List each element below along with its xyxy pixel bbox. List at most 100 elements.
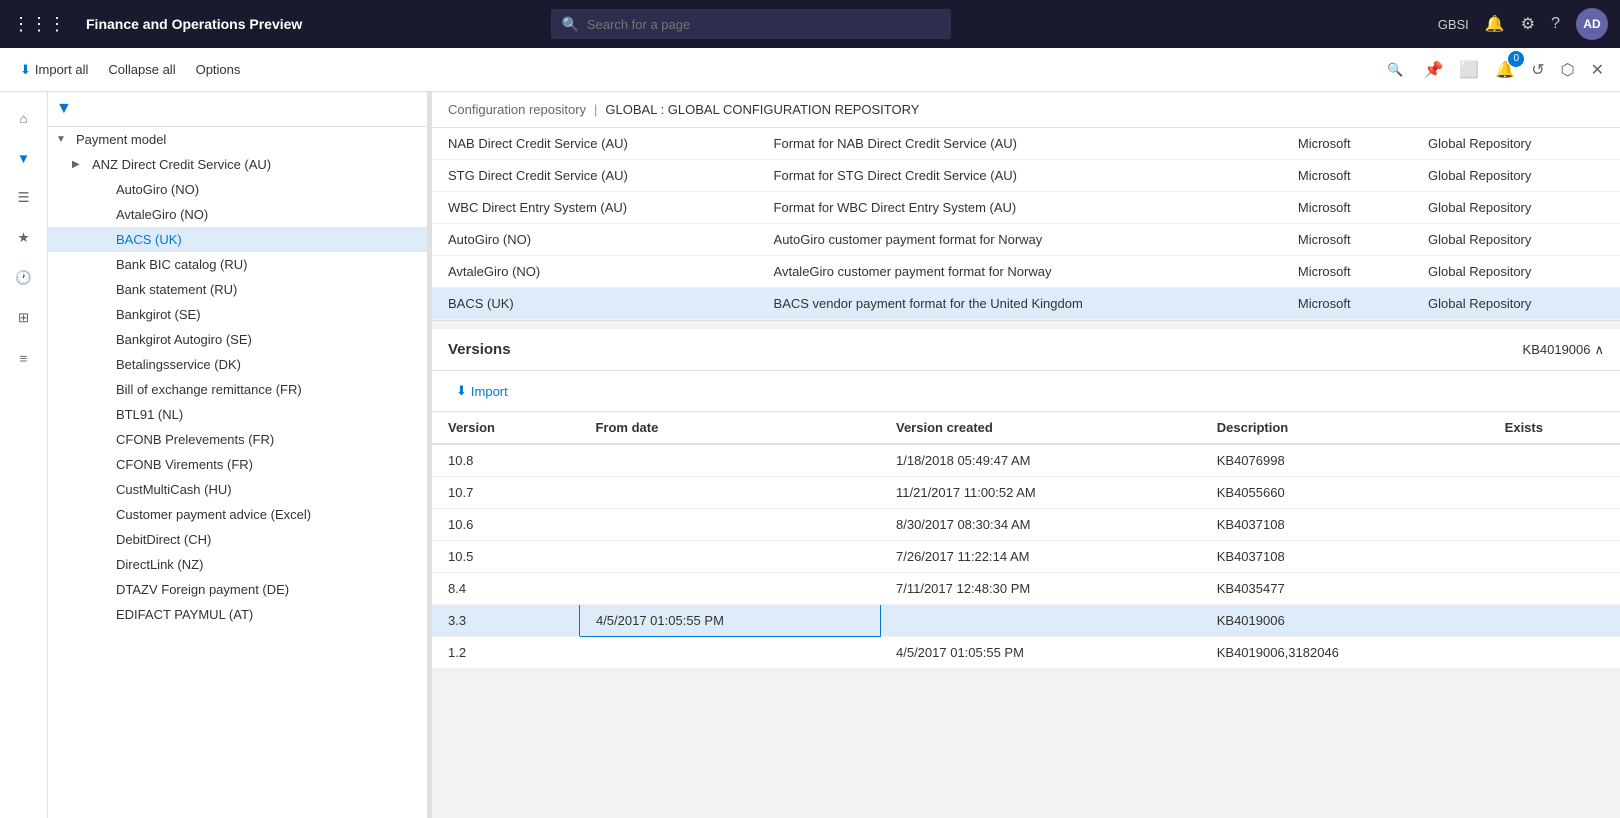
list-icon[interactable]: ☰ (6, 180, 42, 216)
config-cell-repository: Global Repository (1412, 224, 1620, 256)
notification-badge-icon[interactable]: 🔔 0 (1491, 56, 1519, 84)
versions-toolbar: ⬇ Import (432, 371, 1620, 412)
config-scroll[interactable]: NAB Direct Credit Service (AU)Format for… (432, 128, 1620, 320)
pin-icon[interactable]: 📌 (1419, 56, 1447, 84)
collapse-all-button[interactable]: Collapse all (100, 58, 183, 81)
tree-item[interactable]: ▶ANZ Direct Credit Service (AU) (48, 152, 427, 177)
tree-item[interactable]: DirectLink (NZ) (48, 552, 427, 577)
tree-item[interactable]: BACS (UK) (48, 227, 427, 252)
tree-item[interactable]: Betalingsservice (DK) (48, 352, 427, 377)
menu-icon[interactable]: ≡ (6, 340, 42, 376)
notifications-icon[interactable]: 🔔 (1485, 14, 1505, 34)
from-date-cell (579, 573, 880, 605)
import-button[interactable]: ⬇ Import (448, 379, 516, 403)
versions-table-row[interactable]: 3.34/5/2017 01:05:55 PM KB4019006 (432, 605, 1620, 637)
tree-item[interactable]: Customer payment advice (Excel) (48, 502, 427, 527)
versions-table-row[interactable]: 10.81/18/2018 05:49:47 AMKB4076998 (432, 444, 1620, 477)
import-all-icon: ⬇ (20, 62, 31, 78)
tree-item[interactable]: Bank statement (RU) (48, 277, 427, 302)
search-input[interactable] (587, 17, 942, 32)
col-version: Version (432, 412, 579, 444)
breadcrumb-part2: GLOBAL : GLOBAL CONFIGURATION REPOSITORY (605, 102, 919, 117)
recent-icon[interactable]: 🕐 (6, 260, 42, 296)
config-cell-provider: Microsoft (1282, 192, 1412, 224)
app-title: Finance and Operations Preview (86, 16, 302, 32)
layout-icon[interactable]: ⬜ (1455, 56, 1483, 84)
versions-table-row[interactable]: 1.24/5/2017 01:05:55 PMKB4019006,3182046 (432, 637, 1620, 669)
expand-icon[interactable]: ⬡ (1557, 56, 1579, 84)
tree-item[interactable]: AvtaleGiro (NO) (48, 202, 427, 227)
help-icon[interactable]: ? (1551, 15, 1560, 33)
versions-table-header: Version From date Version created Descri… (432, 412, 1620, 444)
version-created-cell: 8/30/2017 08:30:34 AM (880, 509, 1201, 541)
tree-item[interactable]: CFONB Prelevements (FR) (48, 427, 427, 452)
config-cell-name: WBC Direct Entry System (AU) (432, 192, 758, 224)
user-avatar[interactable]: AD (1576, 8, 1608, 40)
versions-table-row[interactable]: 10.68/30/2017 08:30:34 AMKB4037108 (432, 509, 1620, 541)
tree-filter-row: ▼ (48, 92, 427, 127)
config-cell-name: AutoGiro (NO) (432, 224, 758, 256)
tree-filter-icon[interactable]: ▼ (56, 100, 72, 118)
config-table-row[interactable]: WBC Direct Entry System (AU)Format for W… (432, 192, 1620, 224)
config-section: NAB Direct Credit Service (AU)Format for… (432, 128, 1620, 321)
close-icon[interactable]: ✕ (1587, 56, 1608, 84)
config-cell-provider: Microsoft (1282, 128, 1412, 160)
tree-item[interactable]: Bankgirot Autogiro (SE) (48, 327, 427, 352)
config-table-row[interactable]: STG Direct Credit Service (AU)Format for… (432, 160, 1620, 192)
tree-item[interactable]: DebitDirect (CH) (48, 527, 427, 552)
tree-item[interactable]: CFONB Virements (FR) (48, 452, 427, 477)
filter-icon[interactable]: ▼ (6, 140, 42, 176)
col-description: Description (1201, 412, 1489, 444)
versions-table-body: 10.81/18/2018 05:49:47 AMKB407699810.711… (432, 444, 1620, 669)
workspace-icon[interactable]: ⊞ (6, 300, 42, 336)
sidebar-icon-panel: ⌂ ▼ ☰ ★ 🕐 ⊞ ≡ (0, 92, 48, 818)
versions-header-row: Version From date Version created Descri… (432, 412, 1620, 444)
tree-item[interactable]: Bank BIC catalog (RU) (48, 252, 427, 277)
waffle-icon[interactable]: ⋮⋮⋮ (12, 14, 66, 35)
settings-icon[interactable]: ⚙ (1521, 14, 1535, 34)
tree-item[interactable]: Bill of exchange remittance (FR) (48, 377, 427, 402)
from-date-cell (579, 541, 880, 573)
tree-item[interactable]: AutoGiro (NO) (48, 177, 427, 202)
config-table-row[interactable]: NAB Direct Credit Service (AU)Format for… (432, 128, 1620, 160)
refresh-icon[interactable]: ↺ (1527, 56, 1548, 84)
breadcrumb-bar: Configuration repository | GLOBAL : GLOB… (432, 92, 1620, 128)
config-cell-name: STG Direct Credit Service (AU) (432, 160, 758, 192)
from-date-cell[interactable]: 4/5/2017 01:05:55 PM (579, 605, 880, 637)
tree-item[interactable]: Bankgirot (SE) (48, 302, 427, 327)
config-table: NAB Direct Credit Service (AU)Format for… (432, 128, 1620, 320)
tree-item-label: DTAZV Foreign payment (DE) (116, 582, 289, 597)
versions-table-row[interactable]: 10.57/26/2017 11:22:14 AMKB4037108 (432, 541, 1620, 573)
options-button[interactable]: Options (188, 58, 249, 81)
from-date-cell (579, 637, 880, 669)
versions-table-row[interactable]: 8.47/11/2017 12:48:30 PMKB4035477 (432, 573, 1620, 605)
exists-cell (1489, 477, 1620, 509)
tree-item-label: DebitDirect (CH) (116, 532, 211, 547)
description-cell: KB4019006 (1201, 605, 1489, 637)
versions-collapse-icon[interactable]: ∧ (1594, 342, 1604, 358)
import-all-button[interactable]: ⬇ Import all (12, 58, 96, 82)
toolbar-search-button[interactable]: 🔍 (1379, 58, 1411, 82)
breadcrumb-separator: | (594, 102, 597, 117)
tree-item[interactable]: EDIFACT PAYMUL (AT) (48, 602, 427, 627)
description-cell: KB4019006,3182046 (1201, 637, 1489, 669)
config-table-row[interactable]: BACS (UK)BACS vendor payment format for … (432, 288, 1620, 320)
home-icon[interactable]: ⌂ (6, 100, 42, 136)
tree-root-item[interactable]: ▼ Payment model (48, 127, 427, 152)
config-table-row[interactable]: AvtaleGiro (NO)AvtaleGiro customer payme… (432, 256, 1620, 288)
star-icon[interactable]: ★ (6, 220, 42, 256)
tree-item[interactable]: BTL91 (NL) (48, 402, 427, 427)
versions-table-row[interactable]: 10.711/21/2017 11:00:52 AMKB4055660 (432, 477, 1620, 509)
config-table-row[interactable]: AutoGiro (NO)AutoGiro customer payment f… (432, 224, 1620, 256)
tree-item[interactable]: DTAZV Foreign payment (DE) (48, 577, 427, 602)
version-cell: 3.3 (432, 605, 579, 637)
global-search-bar[interactable]: 🔍 (551, 9, 951, 39)
version-created-cell: 11/21/2017 11:00:52 AM (880, 477, 1201, 509)
exists-cell (1489, 444, 1620, 477)
root-expand-icon: ▼ (56, 134, 72, 145)
description-cell: KB4035477 (1201, 573, 1489, 605)
versions-section: Versions KB4019006 ∧ ⬇ Import Version Fr… (432, 329, 1620, 669)
version-created-cell (880, 605, 1201, 637)
tree-item[interactable]: CustMultiCash (HU) (48, 477, 427, 502)
col-version-created: Version created (880, 412, 1201, 444)
